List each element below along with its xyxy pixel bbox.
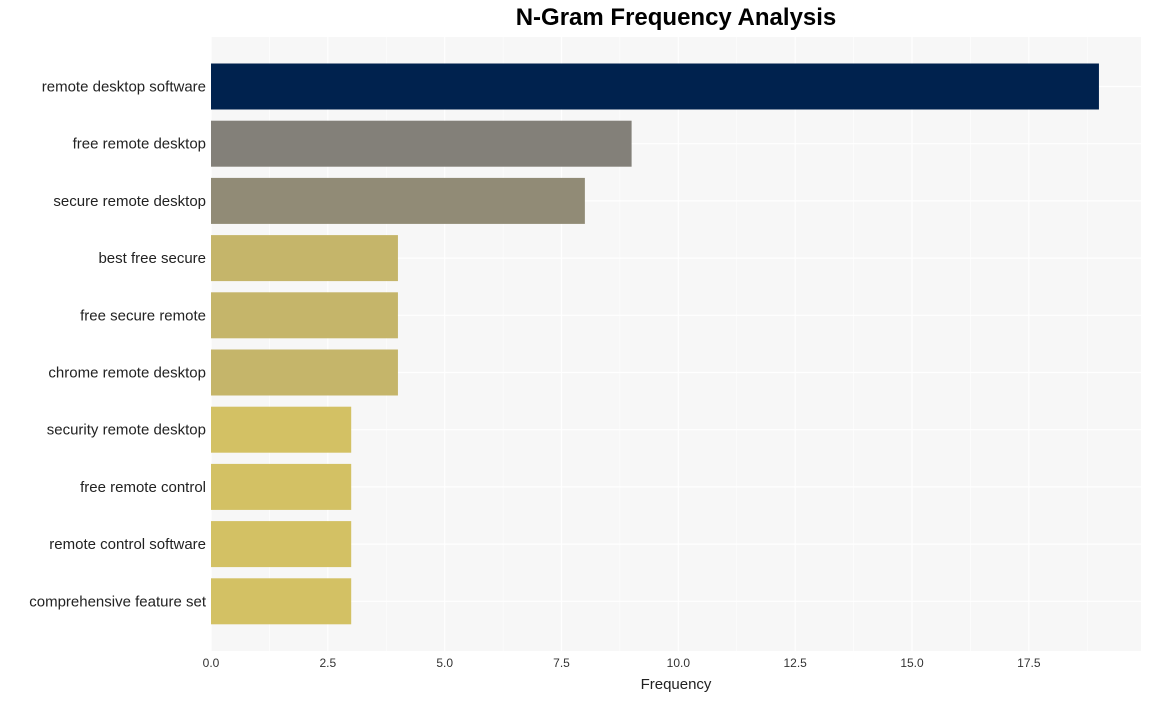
bar [211,406,352,453]
y-tick-label: free remote control [80,479,206,496]
y-axis-labels: remote desktop software free remote deskt… [29,79,207,611]
y-tick-label: chrome remote desktop [48,365,206,382]
y-tick-label: secure remote desktop [53,193,206,210]
bar [211,521,352,568]
x-tick-label: 0.0 [203,656,220,670]
x-tick-label: 5.0 [436,656,453,670]
y-tick-label: free secure remote [80,307,206,324]
x-axis-title: Frequency [641,676,712,693]
y-tick-label: comprehensive feature set [29,593,207,610]
bar [211,578,352,625]
x-axis-ticks: 0.0 2.5 5.0 7.5 10.0 12.5 15.0 17.5 [203,656,1041,670]
bar-chart: remote desktop software free remote deskt… [29,37,1141,693]
bar [211,349,398,396]
y-tick-label: security remote desktop [47,422,206,439]
x-tick-label: 17.5 [1017,656,1041,670]
x-tick-label: 7.5 [553,656,570,670]
bar [211,177,585,224]
x-tick-label: 12.5 [783,656,807,670]
bar [211,463,352,510]
bar [211,292,398,339]
x-tick-label: 10.0 [667,656,691,670]
x-tick-label: 15.0 [900,656,924,670]
y-tick-label: best free secure [98,250,206,267]
bar [211,235,398,282]
bar [211,63,1099,110]
bar [211,120,632,167]
y-tick-label: free remote desktop [73,136,206,153]
y-tick-label: remote desktop software [42,79,206,96]
y-tick-label: remote control software [49,536,206,553]
x-tick-label: 2.5 [319,656,336,670]
